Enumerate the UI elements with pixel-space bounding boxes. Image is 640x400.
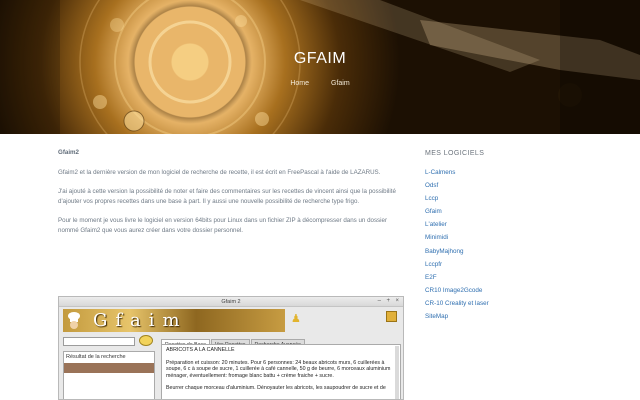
app-search-icon bbox=[139, 335, 153, 346]
sidebar-link-latelier[interactable]: L'atelier bbox=[425, 220, 625, 233]
app-results-header: Résultat de la recherche bbox=[66, 354, 126, 360]
app-window-title: Gfaim 2 bbox=[221, 299, 241, 305]
app-titlebar: Gfaim 2 – + × bbox=[59, 297, 403, 307]
tux-icon: ♟ bbox=[291, 313, 301, 325]
sidebar-link-lccp[interactable]: Lccp bbox=[425, 194, 625, 207]
exit-icon bbox=[386, 311, 397, 322]
sidebar-link-odsf[interactable]: Odsf bbox=[425, 181, 625, 194]
sidebar-link-lccpfr[interactable]: Lccpfr bbox=[425, 260, 625, 273]
sidebar-link-gfaim[interactable]: Gfaim bbox=[425, 207, 625, 220]
app-recipe-panel: ABRICOTS A LA CANNELLE Préparation et cu… bbox=[161, 344, 401, 399]
sidebar-link-minimidi[interactable]: Minimidi bbox=[425, 233, 625, 246]
app-search-input bbox=[63, 337, 135, 346]
close-icon: × bbox=[395, 298, 399, 304]
chef-icon bbox=[68, 312, 80, 329]
app-recipe-text-2: Beurrer chaque morceau d'aluminium. Déno… bbox=[166, 385, 386, 392]
minimize-icon: – bbox=[377, 298, 381, 304]
app-recipe-text-1: Préparation et cuisson: 20 minutes. Pour… bbox=[166, 359, 391, 379]
page-title: GFAIM bbox=[293, 50, 347, 67]
breadcrumb-current: Gfaim bbox=[330, 80, 350, 87]
sidebar-link-babymajhong[interactable]: BabyMajhong bbox=[425, 247, 625, 260]
sidebar-link-sitemap[interactable]: SiteMap bbox=[425, 312, 625, 325]
app-banner: Gfaim bbox=[63, 309, 285, 332]
app-recipe-title: ABRICOTS A LA CANNELLE bbox=[166, 347, 235, 353]
post-paragraph-2: J'ai ajouté à cette version la possibili… bbox=[58, 188, 396, 205]
post-paragraph-3: Pour le moment je vous livre le logiciel… bbox=[58, 217, 388, 234]
sidebar-heading: MES LOGICIELS bbox=[425, 150, 485, 157]
sidebar-link-cr10-image2gcode[interactable]: CR10 Image2Gcode bbox=[425, 286, 625, 299]
sidebar-link-e2f[interactable]: E2F bbox=[425, 273, 625, 286]
app-scrollbar bbox=[395, 346, 399, 399]
post-title: Gfaim2 bbox=[58, 149, 79, 156]
app-results-selected-row bbox=[64, 363, 154, 373]
app-tabs: Recettes de BaseVos RecettesRecherche Av… bbox=[161, 333, 306, 349]
sidebar-link-l-calmens[interactable]: L-Calmens bbox=[425, 168, 625, 181]
hero-banner: GFAIM Home Gfaim bbox=[0, 0, 640, 134]
breadcrumb: Home Gfaim bbox=[0, 80, 640, 87]
post-paragraph-1: Gfaim2 et la dernière version de mon log… bbox=[58, 169, 381, 176]
app-banner-text: Gfaim bbox=[93, 310, 188, 331]
breadcrumb-home[interactable]: Home bbox=[290, 80, 309, 87]
app-screenshot: Gfaim 2 – + × Gfaim ♟ Résultat de la rec… bbox=[58, 296, 404, 400]
maximize-icon: + bbox=[386, 298, 390, 304]
sidebar: MES LOGICIELS L-Calmens Odsf Lccp Gfaim … bbox=[425, 150, 625, 325]
sidebar-link-cr10-creality-laser[interactable]: CR-10 Creality et laser bbox=[425, 299, 625, 312]
software-list: L-Calmens Odsf Lccp Gfaim L'atelier Mini… bbox=[425, 168, 625, 325]
post-content: Gfaim2 Gfaim2 et la dernière version de … bbox=[58, 148, 404, 245]
app-results-panel: Résultat de la recherche bbox=[63, 351, 155, 399]
